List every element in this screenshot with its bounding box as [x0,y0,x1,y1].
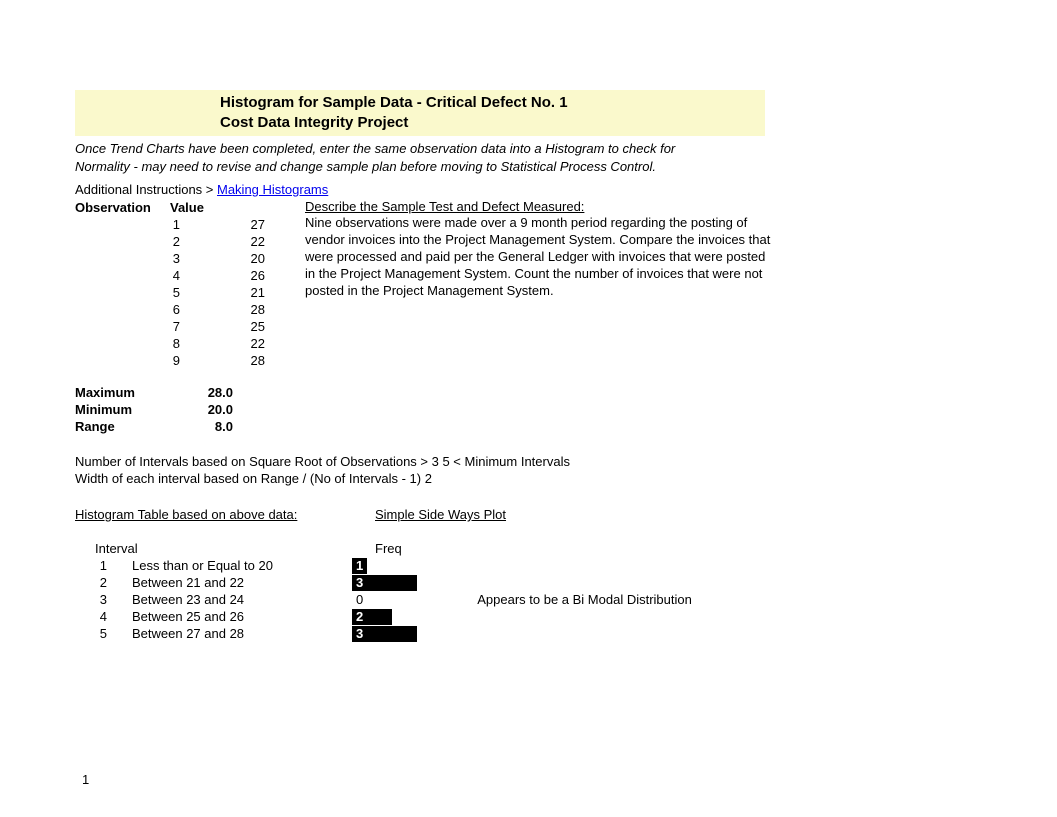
observation-table: Observation Value 127 222 320 426 521 62… [75,199,295,369]
title-line-2: Cost Data Integrity Project [220,113,765,133]
hist-freq-value: 3 [352,575,367,591]
minimum-label: Minimum [75,401,183,418]
hist-interval-num: 5 [75,625,132,642]
instruction-line-2: Normality - may need to revise and chang… [75,158,1057,176]
histogram-section: Histogram Table based on above data: Sim… [75,507,1057,642]
hist-freq-value: 0 [352,592,367,608]
hist-row: 4 Between 25 and 26 2 [75,608,1057,625]
hist-interval-label: Between 21 and 22 [132,574,352,591]
hist-note: Appears to be a Bi Modal Distribution [477,591,692,608]
hist-header-freq: Freq [375,540,402,557]
hist-row: 1 Less than or Equal to 20 1 [75,557,1057,574]
hist-interval-label: Between 27 and 28 [132,625,352,642]
obs-val: 22 [205,233,265,250]
hist-bar [367,626,417,642]
obs-val: 28 [205,352,265,369]
intervals-line-1: Number of Intervals based on Square Root… [75,453,1057,470]
obs-val: 21 [205,284,265,301]
obs-num: 6 [75,301,205,318]
obs-val: 28 [205,301,265,318]
obs-val: 22 [205,335,265,352]
making-histograms-link[interactable]: Making Histograms [217,182,328,197]
obs-val: 20 [205,250,265,267]
hist-freq-value: 1 [352,558,367,574]
obs-num: 1 [75,216,205,233]
hist-interval-label: Between 23 and 24 [132,591,352,608]
hist-interval-num: 2 [75,574,132,591]
hist-row: 3 Between 23 and 24 0 Appears to be a Bi… [75,591,1057,608]
hist-row: 5 Between 27 and 28 3 [75,625,1057,642]
page-number: 1 [82,772,89,787]
obs-num: 3 [75,250,205,267]
intervals-line-2: Width of each interval based on Range / … [75,470,1057,487]
range-label: Range [75,418,183,435]
maximum-label: Maximum [75,384,183,401]
obs-num: 2 [75,233,205,250]
additional-instructions-label: Additional Instructions > [75,182,217,197]
obs-num: 5 [75,284,205,301]
obs-num: 4 [75,267,205,284]
hist-freq-value: 2 [352,609,367,625]
minimum-value: 20.0 [183,401,233,418]
title-line-1: Histogram for Sample Data - Critical Def… [220,93,765,113]
hist-row: 2 Between 21 and 22 3 [75,574,1057,591]
hist-bar [367,609,392,625]
hist-interval-label: Between 25 and 26 [132,608,352,625]
obs-num: 9 [75,352,205,369]
obs-val: 27 [205,216,265,233]
hist-interval-num: 1 [75,557,132,574]
obs-num: 8 [75,335,205,352]
obs-val: 26 [205,267,265,284]
description-body: Nine observations were made over a 9 mon… [305,214,775,299]
histogram-plot-title: Simple Side Ways Plot [375,507,506,522]
range-value: 8.0 [183,418,233,435]
obs-num: 7 [75,318,205,335]
hist-bar [367,575,417,591]
instruction-line-1: Once Trend Charts have been completed, e… [75,140,1057,158]
stats-block: Maximum28.0 Minimum20.0 Range8.0 [75,384,1057,435]
hist-interval-label: Less than or Equal to 20 [132,557,352,574]
maximum-value: 28.0 [183,384,233,401]
description-block: Describe the Sample Test and Defect Meas… [295,199,775,369]
additional-instructions: Additional Instructions > Making Histogr… [75,182,1057,197]
instruction-text: Once Trend Charts have been completed, e… [75,140,1057,176]
histogram-table-title: Histogram Table based on above data: [75,507,375,522]
description-title: Describe the Sample Test and Defect Meas… [305,199,775,214]
hist-interval-num: 3 [75,591,132,608]
intervals-block: Number of Intervals based on Square Root… [75,453,1057,487]
obs-val: 25 [205,318,265,335]
title-block: Histogram for Sample Data - Critical Def… [75,90,765,136]
hist-freq-value: 3 [352,626,367,642]
hist-interval-num: 4 [75,608,132,625]
obs-header-observation: Observation [75,199,170,216]
hist-header-interval: Interval [75,540,165,557]
obs-header-value: Value [170,199,230,216]
